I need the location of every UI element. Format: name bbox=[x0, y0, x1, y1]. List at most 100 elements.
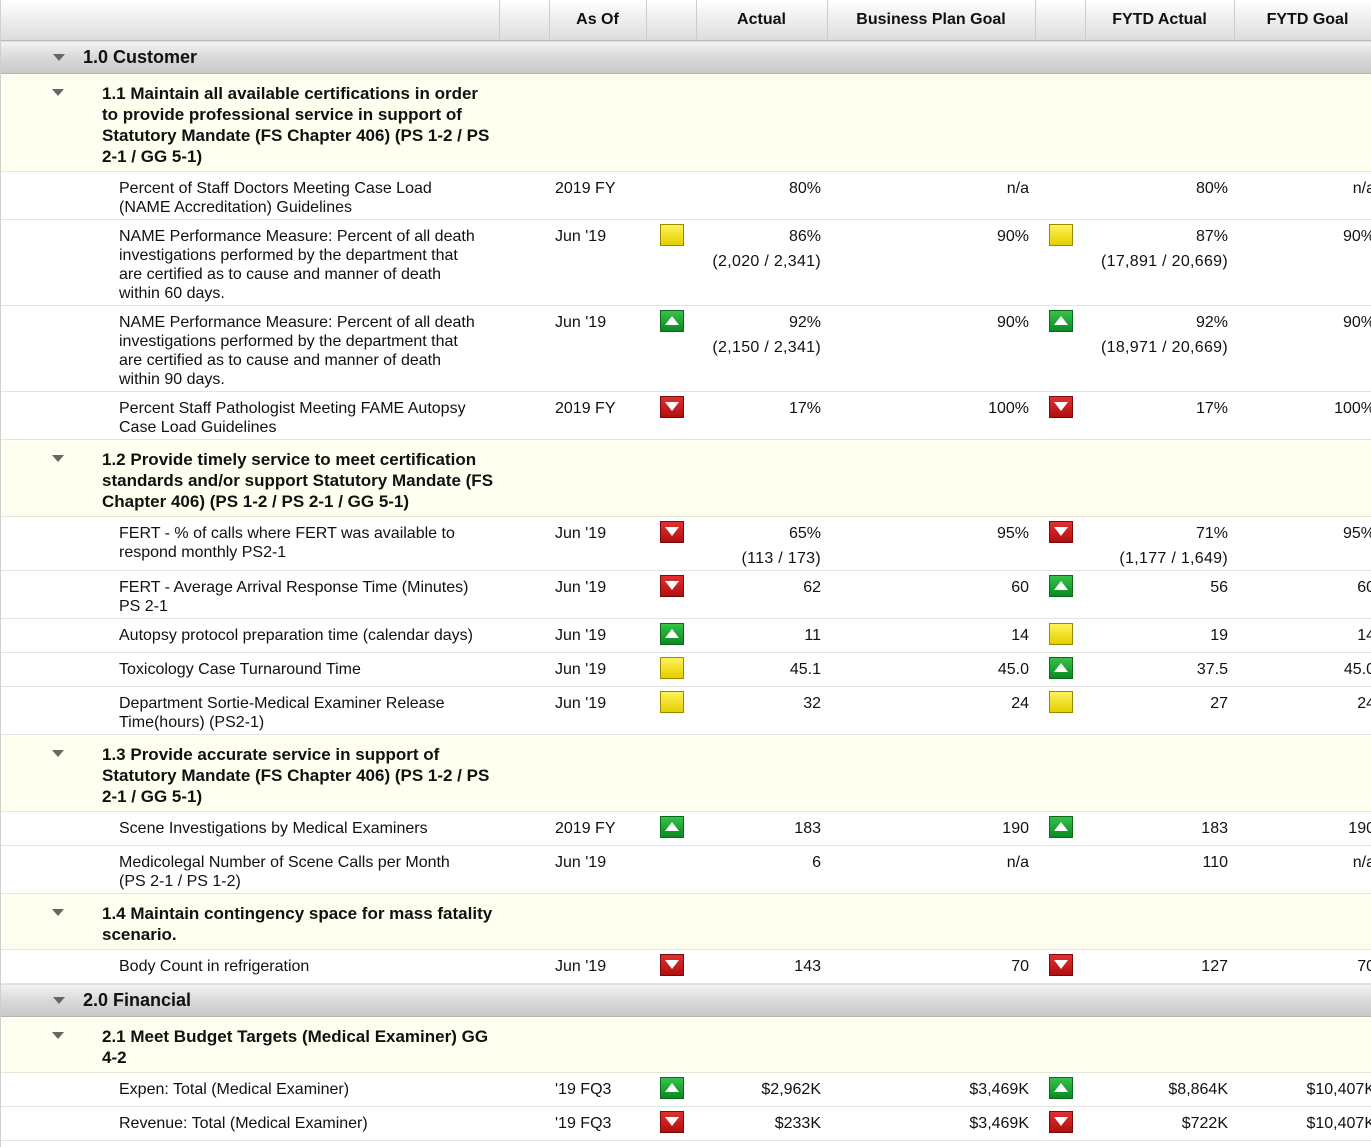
measure-name[interactable]: Medicolegal Number of Scene Calls per Mo… bbox=[1, 845, 499, 894]
measure-row[interactable]: NAME Performance Measure: Percent of all… bbox=[1, 305, 1371, 392]
trend-up-icon bbox=[1049, 575, 1073, 597]
objective-row[interactable]: 1.1 Maintain all available certification… bbox=[1, 73, 1371, 172]
measure-row[interactable]: Department Sortie-Medical Examiner Relea… bbox=[1, 686, 1371, 735]
trend-up-icon bbox=[660, 816, 684, 838]
header-actual[interactable]: Actual bbox=[696, 0, 828, 41]
measure-row[interactable]: Revenue: Total (Medical Examiner) '19 FQ3… bbox=[1, 1106, 1371, 1141]
actual-value: 86% bbox=[788, 228, 821, 245]
measure-row[interactable]: Body Count in refrigeration Jun '19 143 70 1… bbox=[1, 949, 1371, 984]
goal-value: 70 bbox=[827, 949, 1035, 984]
status-cell bbox=[646, 305, 696, 392]
spacer-cell bbox=[499, 1072, 549, 1107]
actual-value: 32 bbox=[803, 695, 821, 712]
measure-row[interactable]: Medicolegal Number of Scene Calls per Mo… bbox=[1, 845, 1371, 894]
measure-name[interactable]: Scene Investigations by Medical Examiner… bbox=[1, 811, 499, 846]
trend-up-icon bbox=[1049, 1077, 1073, 1099]
fytd-goal-value: 100% bbox=[1234, 391, 1371, 440]
trend-up-icon bbox=[660, 310, 684, 332]
as-of-value: Jun '19 bbox=[549, 570, 646, 619]
fytd-goal-value: 90% bbox=[1234, 219, 1371, 306]
measure-name[interactable]: Body Count in refrigeration bbox=[1, 949, 499, 984]
header-fytd-status bbox=[1035, 0, 1086, 41]
spacer-cell bbox=[499, 570, 549, 619]
measure-row[interactable]: Autopsy protocol preparation time (calen… bbox=[1, 618, 1371, 653]
actual-cell: 143 bbox=[696, 949, 827, 984]
fytd-actual-cell: $722K bbox=[1085, 1106, 1234, 1141]
measure-row[interactable]: FERT - % of calls where FERT was availab… bbox=[1, 516, 1371, 571]
header-fytd-actual[interactable]: FYTD Actual bbox=[1085, 0, 1235, 41]
as-of-value: '19 FQ3 bbox=[549, 1106, 646, 1141]
fytd-goal-value: n/a bbox=[1234, 845, 1371, 894]
collapse-triangle-icon[interactable] bbox=[53, 996, 65, 1004]
goal-value: 45.0 bbox=[827, 652, 1035, 687]
trend-down-icon bbox=[660, 396, 684, 418]
objective-header: 1.4 Maintain contingency space for mass … bbox=[1, 894, 1371, 949]
collapse-triangle-icon[interactable] bbox=[52, 89, 64, 96]
trend-down-icon bbox=[1049, 954, 1073, 976]
collapse-triangle-icon[interactable] bbox=[52, 1032, 64, 1039]
status-yellow-icon bbox=[660, 224, 684, 246]
measure-name[interactable]: NAME Performance Measure: Percent of all… bbox=[1, 219, 499, 306]
measure-row[interactable]: Scene Investigations by Medical Examiner… bbox=[1, 811, 1371, 846]
fytd-goal-value: n/a bbox=[1234, 171, 1371, 220]
group-row[interactable]: 1.0 Customer bbox=[1, 40, 1371, 74]
scorecard-table: As Of Actual Business Plan Goal FYTD Act… bbox=[1, 0, 1371, 1141]
objective-header: 1.1 Maintain all available certification… bbox=[1, 74, 1371, 171]
objective-row[interactable]: 1.3 Provide accurate service in support … bbox=[1, 734, 1371, 812]
fytd-status-cell bbox=[1035, 516, 1085, 571]
objective-row[interactable]: 1.2 Provide timely service to meet certi… bbox=[1, 439, 1371, 517]
measure-row[interactable]: NAME Performance Measure: Percent of all… bbox=[1, 219, 1371, 306]
collapse-triangle-icon[interactable] bbox=[53, 53, 65, 61]
collapse-triangle-icon[interactable] bbox=[52, 909, 64, 916]
header-fytd-goal[interactable]: FYTD Goal bbox=[1234, 0, 1371, 41]
measure-name[interactable]: FERT - Average Arrival Response Time (Mi… bbox=[1, 570, 499, 619]
fytd-actual-value: 37.5 bbox=[1196, 661, 1228, 678]
group-cell: 1.0 Customer bbox=[1, 40, 1371, 74]
objective-row[interactable]: 1.4 Maintain contingency space for mass … bbox=[1, 893, 1371, 950]
group-row[interactable]: 2.0 Financial bbox=[1, 983, 1371, 1017]
collapse-triangle-icon[interactable] bbox=[52, 455, 64, 462]
measure-name[interactable]: Autopsy protocol preparation time (calen… bbox=[1, 618, 499, 653]
header-row: As Of Actual Business Plan Goal FYTD Act… bbox=[1, 0, 1371, 41]
fytd-status-cell bbox=[1035, 686, 1085, 735]
trend-down-icon bbox=[660, 954, 684, 976]
measure-name[interactable]: NAME Performance Measure: Percent of all… bbox=[1, 305, 499, 392]
measure-name[interactable]: Expen: Total (Medical Examiner) bbox=[1, 1072, 499, 1107]
spacer-cell bbox=[499, 845, 549, 894]
measure-row[interactable]: Percent Staff Pathologist Meeting FAME A… bbox=[1, 391, 1371, 440]
objective-row[interactable]: 2.1 Meet Budget Targets (Medical Examine… bbox=[1, 1016, 1371, 1073]
fytd-actual-value: 110 bbox=[1202, 854, 1228, 871]
measure-name[interactable]: FERT - % of calls where FERT was availab… bbox=[1, 516, 499, 571]
measure-name[interactable]: Percent of Staff Doctors Meeting Case Lo… bbox=[1, 171, 499, 220]
measure-name[interactable]: Toxicology Case Turnaround Time bbox=[1, 652, 499, 687]
measure-name[interactable]: Department Sortie-Medical Examiner Relea… bbox=[1, 686, 499, 735]
header-name[interactable] bbox=[1, 0, 500, 41]
actual-cell: 11 bbox=[696, 618, 827, 653]
goal-value: n/a bbox=[827, 845, 1035, 894]
objective-header: 2.1 Meet Budget Targets (Medical Examine… bbox=[1, 1017, 1371, 1072]
fytd-actual-value: 17% bbox=[1195, 400, 1228, 417]
status-yellow-icon bbox=[1049, 224, 1073, 246]
fytd-actual-cell: 56 bbox=[1085, 570, 1234, 619]
fytd-status-cell bbox=[1035, 219, 1085, 306]
spacer-cell bbox=[499, 652, 549, 687]
fytd-actual-cell: 183 bbox=[1085, 811, 1234, 846]
status-cell bbox=[646, 570, 696, 619]
header-as-of[interactable]: As Of bbox=[549, 0, 647, 41]
fytd-status-cell bbox=[1035, 845, 1085, 894]
status-cell bbox=[646, 391, 696, 440]
collapse-triangle-icon[interactable] bbox=[52, 750, 64, 757]
measure-name[interactable]: Revenue: Total (Medical Examiner) bbox=[1, 1106, 499, 1141]
measure-row[interactable]: FERT - Average Arrival Response Time (Mi… bbox=[1, 570, 1371, 619]
measure-row[interactable]: Toxicology Case Turnaround Time Jun '19 45… bbox=[1, 652, 1371, 687]
header-business-plan-goal[interactable]: Business Plan Goal bbox=[827, 0, 1036, 41]
header-status bbox=[646, 0, 697, 41]
scorecard-grid: As Of Actual Business Plan Goal FYTD Act… bbox=[0, 0, 1371, 1147]
measure-row[interactable]: Expen: Total (Medical Examiner) '19 FQ3 $2… bbox=[1, 1072, 1371, 1107]
fytd-actual-cell: 71% (1,177 / 1,649) bbox=[1085, 516, 1234, 571]
measure-row[interactable]: Percent of Staff Doctors Meeting Case Lo… bbox=[1, 171, 1371, 220]
status-yellow-icon bbox=[1049, 691, 1073, 713]
measure-name[interactable]: Percent Staff Pathologist Meeting FAME A… bbox=[1, 391, 499, 440]
trend-up-icon bbox=[660, 623, 684, 645]
trend-down-icon bbox=[1049, 1111, 1073, 1133]
